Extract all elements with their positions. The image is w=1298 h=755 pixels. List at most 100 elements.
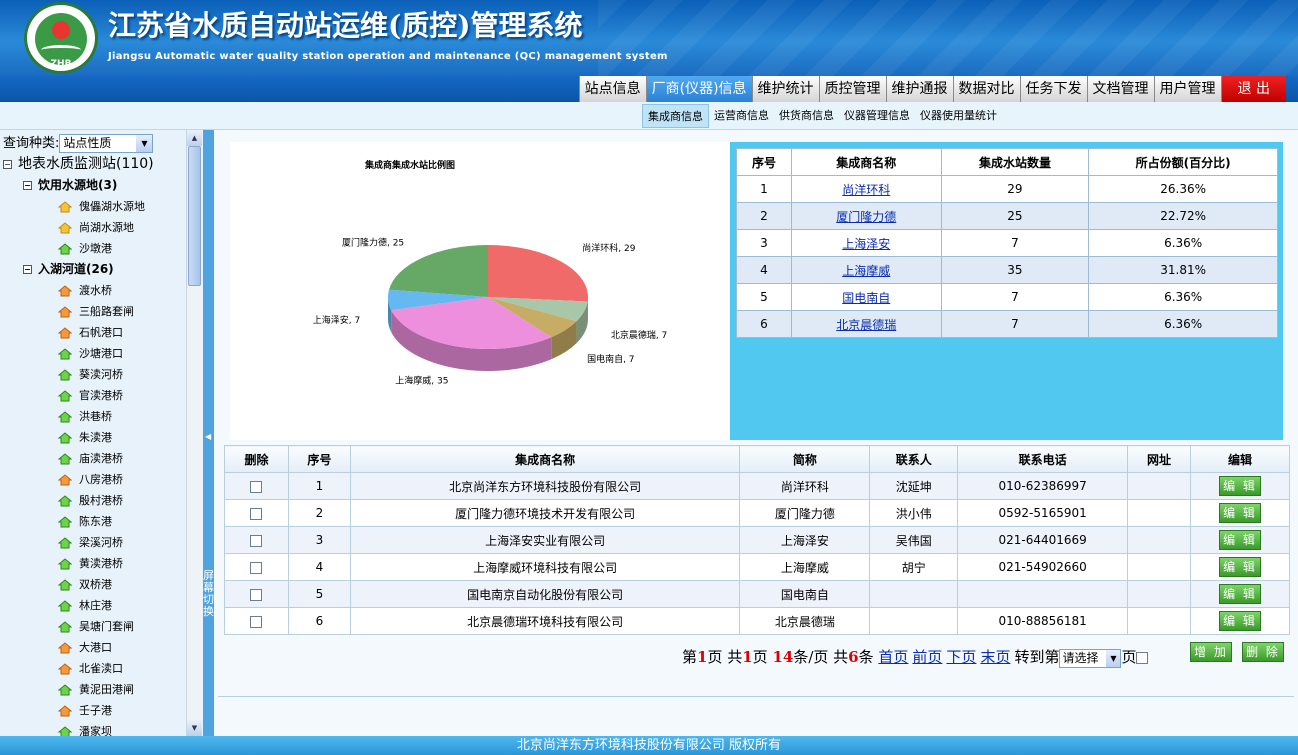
tree-station-item[interactable]: 黄泥田港闸 [0, 679, 186, 700]
select-all-checkbox[interactable] [1136, 652, 1149, 664]
pager-text: 页 [1121, 648, 1137, 666]
tree-station-item[interactable]: 殷村港桥 [0, 490, 186, 511]
tree-station-item[interactable]: 黄渎港桥 [0, 553, 186, 574]
first-page-link[interactable]: 首页 [878, 648, 908, 666]
integrator-link[interactable]: 尚洋环科 [842, 183, 890, 197]
integrator-link[interactable]: 厦门隆力德 [836, 210, 896, 224]
tree-station-item[interactable]: 三船路套闸 [0, 301, 186, 322]
tree-root[interactable]: − 地表水质监测站(110) [0, 154, 186, 175]
main-nav-tab[interactable]: 质控管理 [818, 76, 886, 102]
edit-button[interactable]: 编 辑 [1219, 530, 1261, 550]
collapse-icon[interactable]: − [23, 181, 32, 190]
tree-station-item[interactable]: 傀儡湖水源地 [0, 196, 186, 217]
edit-button[interactable]: 编 辑 [1219, 611, 1261, 631]
delete-button[interactable]: 删 除 [1242, 642, 1284, 662]
sub-nav-tab[interactable]: 运营商信息 [709, 104, 774, 128]
pie-data-label: 北京晨德瑞, 7 [611, 329, 667, 341]
tree-station-item[interactable]: 洪巷桥 [0, 406, 186, 427]
tree-station-item[interactable]: 官渎港桥 [0, 385, 186, 406]
divider [218, 696, 1294, 697]
station-house-icon [58, 705, 72, 717]
page-select[interactable]: 请选择 ▼ [1059, 648, 1122, 668]
tree-station-item[interactable]: 梁溪河桥 [0, 532, 186, 553]
tree-station-item[interactable]: 双桥港 [0, 574, 186, 595]
next-page-link[interactable]: 下页 [946, 648, 976, 666]
tree-station-item[interactable]: 石帆港口 [0, 322, 186, 343]
pie-data-label: 国电南自, 7 [587, 353, 634, 365]
tree-station-item[interactable]: 北雀渎口 [0, 658, 186, 679]
edit-button[interactable]: 编 辑 [1219, 503, 1261, 523]
station-house-icon [58, 474, 72, 486]
row-checkbox[interactable] [250, 534, 263, 547]
collapse-icon[interactable]: − [3, 159, 12, 169]
row-checkbox[interactable] [250, 588, 263, 601]
record-count: 6 [848, 648, 859, 666]
main-nav-tab[interactable]: 站点信息 [578, 76, 646, 102]
main-nav-tab[interactable]: 数据对比 [952, 76, 1020, 102]
edit-button[interactable]: 编 辑 [1219, 476, 1261, 496]
summary-cell: 1 [736, 175, 792, 203]
integrator-cell: 010-88856181 [957, 607, 1129, 635]
tree-group[interactable]: − 饮用水源地(3) [0, 175, 186, 196]
scroll-thumb[interactable] [188, 146, 201, 286]
main-nav-tab[interactable]: 任务下发 [1019, 76, 1087, 102]
summary-cell: 31.81% [1088, 256, 1278, 284]
summary-header-cell: 集成商名称 [790, 148, 942, 176]
tree-station-item[interactable]: 潘家坝 [0, 721, 186, 736]
main-nav-tab[interactable]: 退 出 [1220, 76, 1286, 102]
row-checkbox[interactable] [250, 561, 263, 574]
integrator-cell [1127, 580, 1192, 608]
tree-station-item[interactable]: 沙墩港 [0, 238, 186, 259]
integrator-link[interactable]: 上海泽安 [842, 237, 890, 251]
last-page-link[interactable]: 末页 [980, 648, 1010, 666]
tree-station-item[interactable]: 陈东港 [0, 511, 186, 532]
integrator-link[interactable]: 上海摩威 [842, 264, 890, 278]
tree-station-item[interactable]: 沙塘港口 [0, 343, 186, 364]
sub-nav-tab[interactable]: 仪器管理信息 [839, 104, 915, 128]
main-nav-tab[interactable]: 厂商(仪器)信息 [645, 76, 752, 102]
delete-cell [224, 553, 289, 581]
sub-nav-tab[interactable]: 集成商信息 [642, 104, 709, 128]
sidebar-scrollbar[interactable]: ▲ ▼ [186, 130, 202, 736]
integrator-cell: 国电南自 [739, 580, 871, 608]
main-nav-tab[interactable]: 用户管理 [1153, 76, 1221, 102]
tree-station-item[interactable]: 壬子港 [0, 700, 186, 721]
tree-station-item[interactable]: 大港口 [0, 637, 186, 658]
edit-button[interactable]: 编 辑 [1219, 584, 1261, 604]
row-checkbox[interactable] [250, 615, 263, 628]
integrator-link[interactable]: 国电南自 [842, 291, 890, 305]
integrator-header-cell: 简称 [739, 445, 871, 473]
pie-data-label: 尚洋环科, 29 [582, 242, 635, 254]
main-nav-tab[interactable]: 维护统计 [751, 76, 819, 102]
scroll-down-icon[interactable]: ▼ [187, 720, 202, 736]
station-house-icon [58, 684, 72, 696]
summary-cell: 7 [940, 310, 1090, 338]
row-checkbox[interactable] [250, 480, 263, 493]
query-type-select[interactable]: 站点性质 ▼ [59, 134, 154, 153]
scroll-up-icon[interactable]: ▲ [187, 130, 202, 146]
station-name: 官渎港桥 [79, 389, 123, 402]
collapse-icon[interactable]: − [23, 265, 32, 274]
sub-nav-tab[interactable]: 仪器使用量统计 [915, 104, 1002, 128]
tree-station-item[interactable]: 朱渎港 [0, 427, 186, 448]
sub-nav-tab[interactable]: 供货商信息 [774, 104, 839, 128]
tree-station-item[interactable]: 尚湖水源地 [0, 217, 186, 238]
main-nav-tab[interactable]: 维护通报 [885, 76, 953, 102]
main-nav-tab[interactable]: 文档管理 [1086, 76, 1154, 102]
collapse-left-icon[interactable]: ◀ [205, 432, 211, 441]
add-button[interactable]: 增 加 [1190, 642, 1232, 662]
tree-station-item[interactable]: 渡水桥 [0, 280, 186, 301]
tree-station-item[interactable]: 庙渎港桥 [0, 448, 186, 469]
integrator-link[interactable]: 北京晨德瑞 [836, 318, 896, 332]
tree-station-item[interactable]: 林庄港 [0, 595, 186, 616]
tree-group[interactable]: − 入湖河道(26) [0, 259, 186, 280]
prev-page-link[interactable]: 前页 [912, 648, 942, 666]
tree-station-item[interactable]: 八房港桥 [0, 469, 186, 490]
screen-toggle-splitter[interactable]: ◀ 屏幕切换 [203, 130, 214, 736]
tree-station-item[interactable]: 葵渎河桥 [0, 364, 186, 385]
integrator-cell: 厦门隆力德 [739, 499, 871, 527]
edit-button[interactable]: 编 辑 [1219, 557, 1261, 577]
tree-station-item[interactable]: 吴塘门套闸 [0, 616, 186, 637]
integrator-cell: 胡宁 [869, 553, 959, 581]
row-checkbox[interactable] [250, 507, 263, 520]
